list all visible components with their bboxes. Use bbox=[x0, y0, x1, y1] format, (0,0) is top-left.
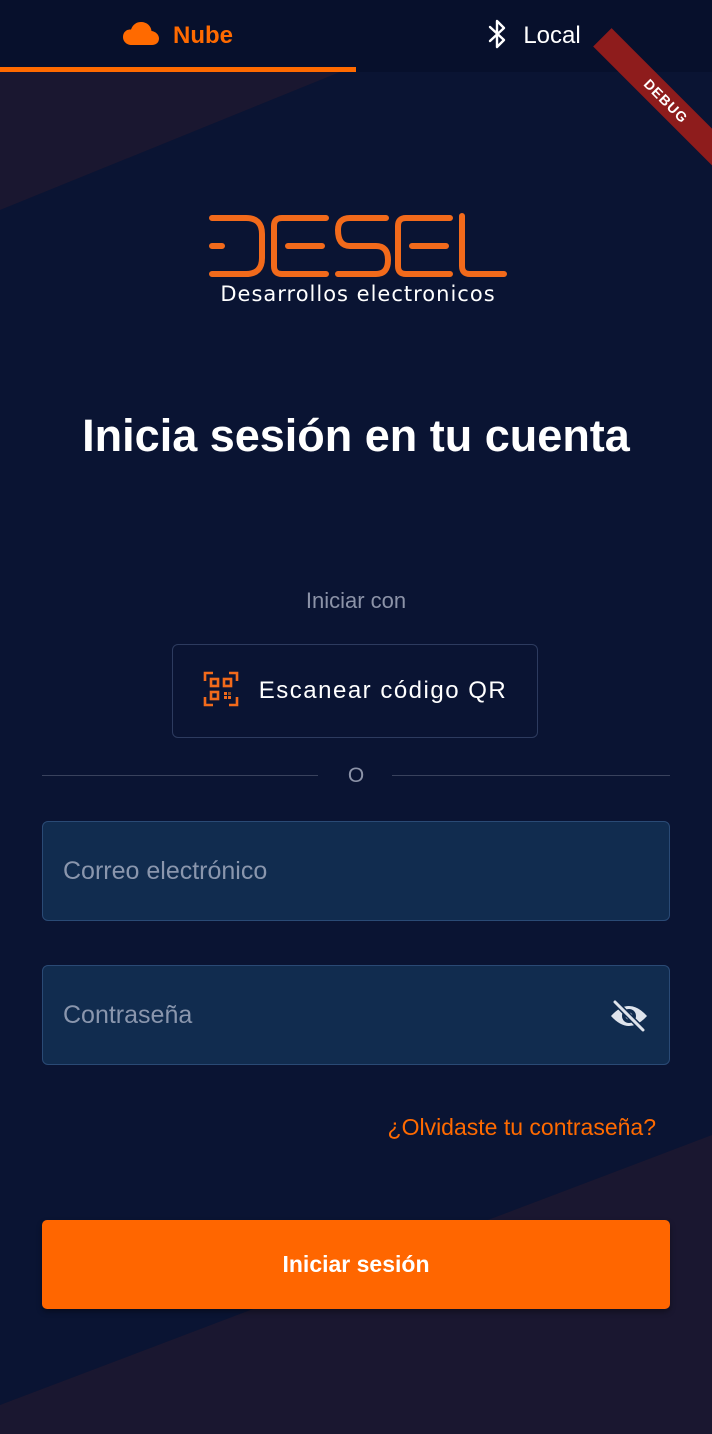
password-field[interactable] bbox=[43, 966, 669, 1064]
qr-code-icon bbox=[203, 671, 239, 712]
tab-local-label: Local bbox=[523, 22, 581, 49]
eye-slash-icon[interactable] bbox=[609, 999, 649, 1033]
email-field[interactable] bbox=[43, 822, 669, 920]
divider-label: O bbox=[347, 764, 365, 787]
login-button[interactable]: Iniciar sesión bbox=[42, 1220, 670, 1309]
login-with-label: Iniciar con bbox=[305, 588, 407, 613]
bluetooth-icon bbox=[487, 19, 509, 54]
desel-logo: Desarrollos electronicos bbox=[208, 210, 508, 310]
scan-qr-button[interactable]: Escanear código QR bbox=[172, 644, 538, 738]
cloud-icon bbox=[123, 21, 159, 52]
login-screen: Nube Local DEBUG Desarrollos electronico… bbox=[0, 0, 712, 1434]
divider-left bbox=[42, 775, 318, 776]
divider-right bbox=[392, 775, 670, 776]
logo-subtitle: Desarrollos electronicos bbox=[220, 282, 496, 306]
email-field-container bbox=[42, 821, 670, 921]
scan-qr-label: Escanear código QR bbox=[258, 677, 508, 704]
tab-nube[interactable]: Nube bbox=[0, 0, 356, 72]
desel-wordmark bbox=[209, 213, 507, 277]
tab-local[interactable]: Local bbox=[356, 0, 712, 72]
page-title: Inicia sesión en tu cuenta bbox=[82, 410, 630, 461]
active-tab-indicator bbox=[0, 67, 356, 72]
password-field-container bbox=[42, 965, 670, 1065]
tab-nube-label: Nube bbox=[173, 22, 233, 49]
forgot-password-link[interactable]: ¿Olvidaste tu contraseña? bbox=[388, 1114, 656, 1141]
